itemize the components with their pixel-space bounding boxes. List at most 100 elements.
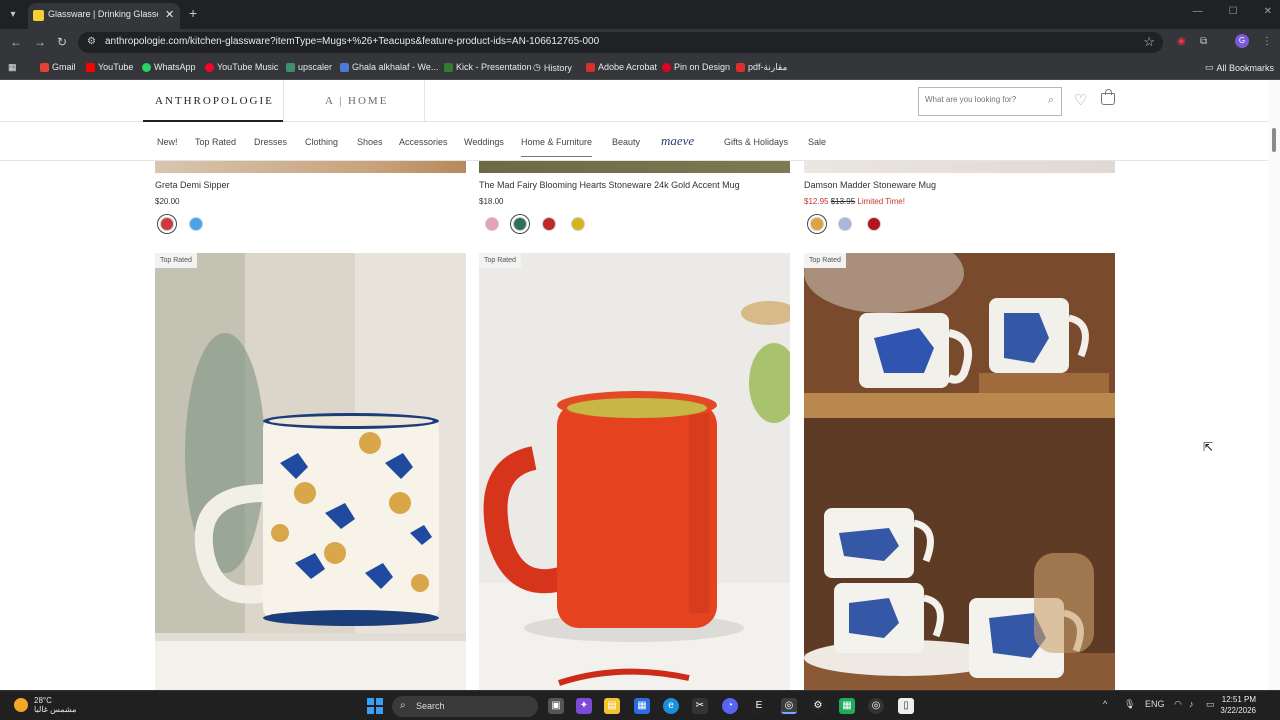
product-card[interactable]: Top Rated xyxy=(155,253,466,690)
document-icon[interactable]: ▯ xyxy=(898,698,914,714)
product-name[interactable]: Damson Madder Stoneware Mug xyxy=(804,180,936,190)
extension-icon[interactable]: ◉ xyxy=(1177,36,1186,47)
all-bookmarks[interactable]: ▭ All Bookmarks xyxy=(1205,62,1274,73)
color-swatch[interactable] xyxy=(513,217,527,231)
color-swatch[interactable] xyxy=(189,217,203,231)
nav-maeve[interactable]: maeve xyxy=(661,133,694,149)
nav-shoes[interactable]: Shoes xyxy=(357,137,383,147)
brand-tab[interactable]: ANTHROPOLOGIE xyxy=(143,80,283,122)
nav-weddings[interactable]: Weddings xyxy=(464,137,504,147)
discord-icon[interactable]: ◔ xyxy=(722,698,738,714)
menu-kebab-icon[interactable]: ⋮ xyxy=(1262,36,1272,47)
maximize-icon[interactable]: ☐ xyxy=(1229,6,1238,17)
epic-games-icon[interactable]: E xyxy=(751,698,767,714)
product-name[interactable]: Greta Demi Sipper xyxy=(155,180,230,190)
color-swatch[interactable] xyxy=(867,217,881,231)
bookmark-pinterest[interactable]: Pin on Design xyxy=(662,62,730,72)
bookmark-ghala[interactable]: Ghala alkhalaf - We... xyxy=(340,62,438,72)
reload-icon[interactable]: ↻ xyxy=(57,35,67,49)
color-swatch[interactable] xyxy=(810,217,824,231)
color-swatch[interactable] xyxy=(160,217,174,231)
product-card[interactable]: Top Rated xyxy=(804,253,1115,690)
microphone-icon[interactable]: 🎙 xyxy=(1124,699,1135,710)
windows-taskbar: 28°C مشمس غالبا ⌕ Search ▣ ✦ ▤ ▦ e ✂ ◔ E ◎… xyxy=(0,690,1280,720)
tab-active[interactable]: Glassware | Drinking Glasses & ... ✕ xyxy=(28,3,180,29)
bookmark-whatsapp[interactable]: WhatsApp xyxy=(142,62,196,72)
settings-gear-icon[interactable]: ⚙ xyxy=(810,698,826,714)
page-scrollbar[interactable] xyxy=(1268,80,1280,690)
site-info-icon[interactable]: ⚙ xyxy=(87,36,96,47)
product-image[interactable] xyxy=(804,161,1115,173)
new-tab-icon[interactable]: + xyxy=(189,5,197,21)
bookmark-youtube[interactable]: YouTube xyxy=(86,62,133,72)
product-card[interactable]: Top Rated xyxy=(479,253,790,690)
color-swatch[interactable] xyxy=(542,217,556,231)
product-name[interactable]: The Mad Fairy Blooming Hearts Stoneware … xyxy=(479,180,740,190)
bookmark-pdf[interactable]: pdf-مقارنة xyxy=(736,62,787,73)
bookmark-gmail[interactable]: Gmail xyxy=(40,62,76,72)
url-text[interactable]: anthropologie.com/kitchen-glassware?item… xyxy=(105,36,599,47)
bookmark-history[interactable]: ◷ History xyxy=(533,62,572,73)
search-box[interactable]: ⌕ xyxy=(918,87,1062,116)
product-price: $12.95 $13.95 Limited Time! xyxy=(804,197,905,206)
temperature: 28°C xyxy=(34,696,52,705)
home-tab[interactable]: A | HOME xyxy=(325,95,388,107)
wishlist-heart-icon[interactable]: ♡ xyxy=(1074,91,1087,109)
bookmark-adobe[interactable]: Adobe Acrobat xyxy=(586,62,657,72)
forward-icon[interactable]: → xyxy=(34,35,46,49)
system-clock[interactable]: 12:51 PM 3/22/2026 xyxy=(1220,694,1256,716)
chrome-profile-icon[interactable]: ◎ xyxy=(868,698,884,714)
language-indicator[interactable]: ENG xyxy=(1145,699,1165,709)
battery-icon[interactable]: ▭ xyxy=(1206,699,1215,710)
nav-clothing[interactable]: Clothing xyxy=(305,137,338,147)
nav-sale[interactable]: Sale xyxy=(808,137,826,147)
minimize-icon[interactable]: — xyxy=(1193,6,1203,17)
show-hidden-icons[interactable]: ^ xyxy=(1103,699,1107,709)
omnibox[interactable]: ⚙ anthropologie.com/kitchen-glassware?it… xyxy=(78,32,1163,53)
apps-grid-icon[interactable]: ▦ xyxy=(8,62,17,73)
divider xyxy=(283,80,284,122)
mug-photo-dogs xyxy=(804,253,1115,690)
nav-dresses[interactable]: Dresses xyxy=(254,137,287,147)
spreadsheet-app-icon[interactable]: ▦ xyxy=(839,698,855,714)
windows-start-icon[interactable] xyxy=(367,698,383,714)
original-price: $13.95 xyxy=(830,197,856,206)
volume-icon[interactable]: ♪ xyxy=(1189,699,1194,709)
wifi-icon[interactable]: ◠ xyxy=(1174,699,1182,710)
nav-new[interactable]: New! xyxy=(157,137,178,147)
weather-widget[interactable]: 28°C مشمس غالبا xyxy=(14,696,76,714)
edge-icon[interactable]: e xyxy=(663,698,679,714)
nav-home-furniture[interactable]: Home & Furniture xyxy=(521,137,593,157)
nav-gifts-holidays[interactable]: Gifts & Holidays xyxy=(724,137,788,147)
bookmark-kick[interactable]: Kick - Presentation xyxy=(444,62,532,72)
task-view-icon[interactable]: ▣ xyxy=(548,698,564,714)
extensions-puzzle-icon[interactable]: ⧉ xyxy=(1200,36,1207,47)
top-rated-badge: Top Rated xyxy=(479,253,521,268)
product-image[interactable] xyxy=(479,161,790,173)
close-window-icon[interactable]: ✕ xyxy=(1264,6,1272,17)
tab-close-icon[interactable]: ✕ xyxy=(165,8,174,21)
nav-top-rated[interactable]: Top Rated xyxy=(195,137,236,147)
color-swatch[interactable] xyxy=(571,217,585,231)
back-icon[interactable]: ← xyxy=(10,35,22,49)
search-input[interactable] xyxy=(925,95,1037,104)
taskbar-search[interactable]: ⌕ Search xyxy=(392,696,538,717)
chrome-icon[interactable]: ◎ xyxy=(781,698,797,714)
color-swatch[interactable] xyxy=(838,217,852,231)
profile-avatar[interactable]: G xyxy=(1235,34,1249,48)
color-swatch[interactable] xyxy=(485,217,499,231)
bookmark-youtube-music[interactable]: YouTube Music xyxy=(205,62,278,72)
copilot-icon[interactable]: ✦ xyxy=(576,698,592,714)
scrollbar-thumb[interactable] xyxy=(1272,128,1276,152)
store-icon[interactable]: ▦ xyxy=(634,698,650,714)
nav-accessories[interactable]: Accessories xyxy=(399,137,448,147)
file-explorer-icon[interactable]: ▤ xyxy=(604,698,620,714)
tab-search-icon[interactable]: ▾ xyxy=(5,7,21,23)
nav-beauty[interactable]: Beauty xyxy=(612,137,640,147)
bookmark-upscaler[interactable]: upscaler xyxy=(286,62,332,72)
snipping-tool-icon[interactable]: ✂ xyxy=(692,698,708,714)
shopping-bag-icon[interactable] xyxy=(1101,89,1115,105)
bookmark-star-icon[interactable]: ☆ xyxy=(1143,34,1155,50)
search-icon[interactable]: ⌕ xyxy=(1048,94,1054,107)
product-image[interactable] xyxy=(155,161,466,173)
